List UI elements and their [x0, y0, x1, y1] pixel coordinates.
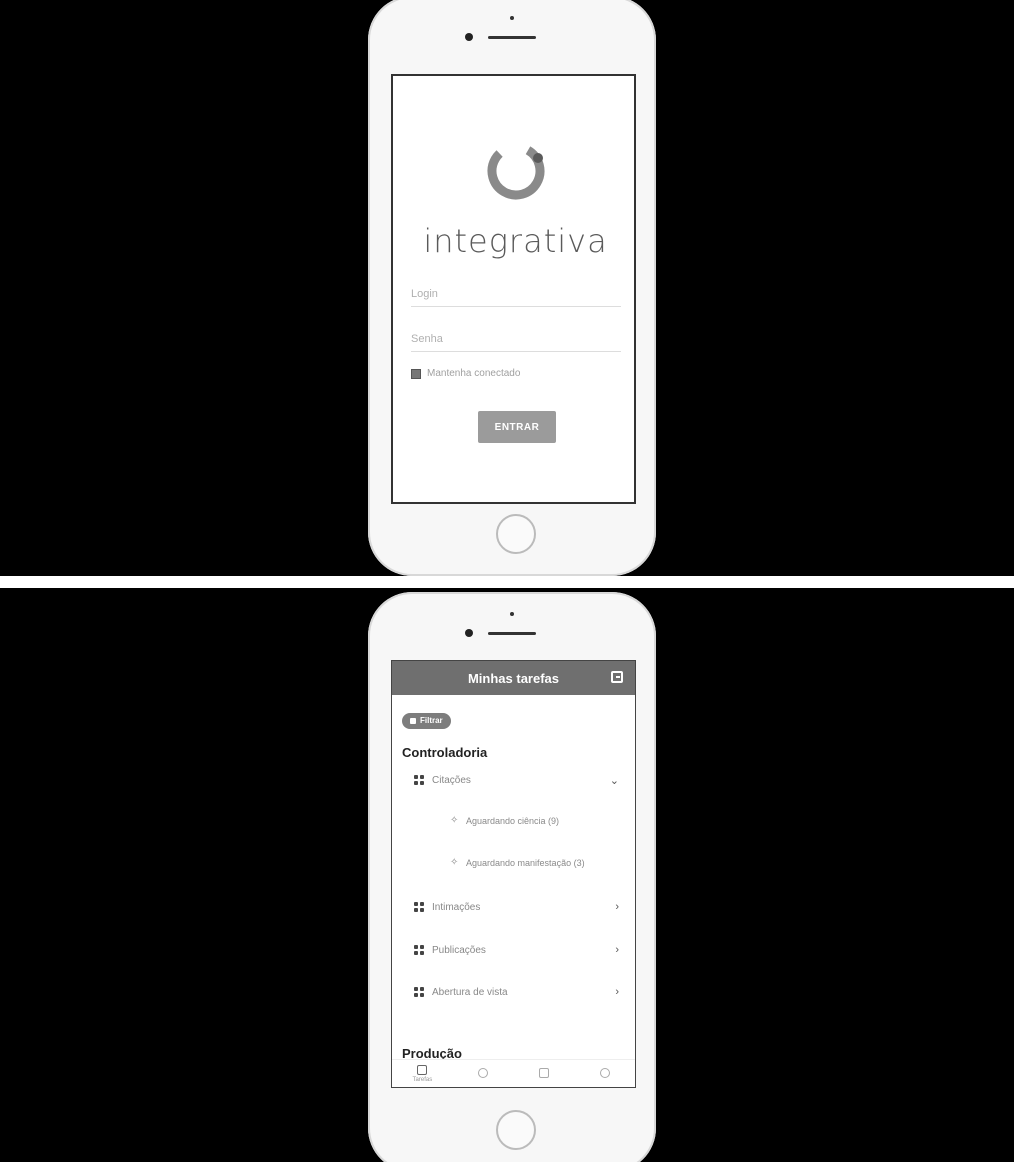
- phone-frame: integrativa Mantenha conectado ENTRAR: [368, 0, 656, 576]
- sparkle-icon: ✧: [450, 815, 459, 826]
- chevron-right-icon: ›: [615, 944, 619, 956]
- nav-item-tarefas[interactable]: Tarefas: [402, 1064, 442, 1083]
- remember-checkbox[interactable]: [411, 368, 421, 379]
- menu-item-abertura-de-vista[interactable]: Abertura de vista ›: [414, 983, 619, 1001]
- menu-item-intimacoes[interactable]: Intimações ›: [414, 898, 619, 916]
- filter-button[interactable]: Filtrar: [402, 713, 451, 729]
- menu-item-label: Citações: [432, 774, 471, 786]
- phone-camera: [465, 629, 473, 637]
- sparkle-icon: ✧: [450, 857, 459, 868]
- brand-name: integrativa: [423, 222, 608, 260]
- phone-speaker: [488, 36, 536, 39]
- nav-item-search[interactable]: [463, 1067, 503, 1080]
- menu-item-citacoes[interactable]: Citações ⌄: [414, 771, 619, 789]
- login-button[interactable]: ENTRAR: [478, 411, 556, 443]
- remember-me[interactable]: Mantenha conectado: [411, 368, 520, 379]
- filter-icon: [410, 718, 416, 724]
- grid-icon: [414, 945, 424, 955]
- integrativa-logo-icon: [487, 142, 544, 200]
- search-icon: [478, 1067, 489, 1078]
- app-bar: Minhas tarefas: [392, 661, 635, 695]
- login-panel: integrativa Mantenha conectado ENTRAR: [0, 0, 1014, 576]
- nav-label: Tarefas: [412, 1076, 433, 1083]
- grid-icon: [414, 902, 424, 912]
- phone-sensor: [510, 16, 514, 20]
- tasks-panel: Minhas tarefas Filtrar Controladoria Cit…: [0, 588, 1014, 1162]
- menu-item-label: Intimações: [432, 901, 481, 913]
- submenu-item-aguardando-manifestacao[interactable]: ✧ Aguardando manifestação (3): [450, 855, 625, 871]
- menu-item-label: Publicações: [432, 944, 486, 956]
- brand-logo: integrativa: [393, 136, 634, 260]
- tasks-screen: Minhas tarefas Filtrar Controladoria Cit…: [391, 660, 636, 1088]
- profile-icon: [599, 1067, 610, 1078]
- login-screen: integrativa Mantenha conectado ENTRAR: [391, 74, 636, 504]
- tasks-icon: [417, 1064, 428, 1075]
- submenu-item-label: Aguardando manifestação (3): [466, 858, 585, 868]
- filter-label: Filtrar: [420, 716, 443, 725]
- nav-item-profile[interactable]: [585, 1067, 625, 1080]
- logout-icon[interactable]: [611, 671, 623, 683]
- menu-item-label: Abertura de vista: [432, 986, 508, 998]
- panel-divider: [0, 576, 1014, 588]
- phone-camera: [465, 33, 473, 41]
- home-button[interactable]: [496, 1110, 536, 1150]
- bottom-navigation: Tarefas: [392, 1059, 635, 1087]
- login-input[interactable]: [411, 281, 621, 307]
- submenu-item-aguardando-ciencia[interactable]: ✧ Aguardando ciência (9): [450, 813, 625, 829]
- grid-icon: [414, 987, 424, 997]
- section-title-controladoria: Controladoria: [402, 745, 488, 760]
- chevron-right-icon: ›: [615, 901, 619, 913]
- menu-item-publicacoes[interactable]: Publicações ›: [414, 941, 619, 959]
- page-title: Minhas tarefas: [467, 671, 560, 686]
- nav-item-messages[interactable]: [524, 1067, 564, 1080]
- grid-icon: [414, 775, 424, 785]
- home-button[interactable]: [496, 514, 536, 554]
- chevron-down-icon: ⌄: [609, 774, 619, 787]
- remember-label: Mantenha conectado: [427, 368, 521, 379]
- phone-speaker: [488, 632, 536, 635]
- chevron-right-icon: ›: [615, 986, 619, 998]
- password-input[interactable]: [411, 326, 621, 352]
- phone-frame: Minhas tarefas Filtrar Controladoria Cit…: [368, 592, 656, 1162]
- message-icon: [538, 1067, 549, 1078]
- phone-sensor: [510, 612, 514, 616]
- submenu-item-label: Aguardando ciência (9): [466, 816, 560, 826]
